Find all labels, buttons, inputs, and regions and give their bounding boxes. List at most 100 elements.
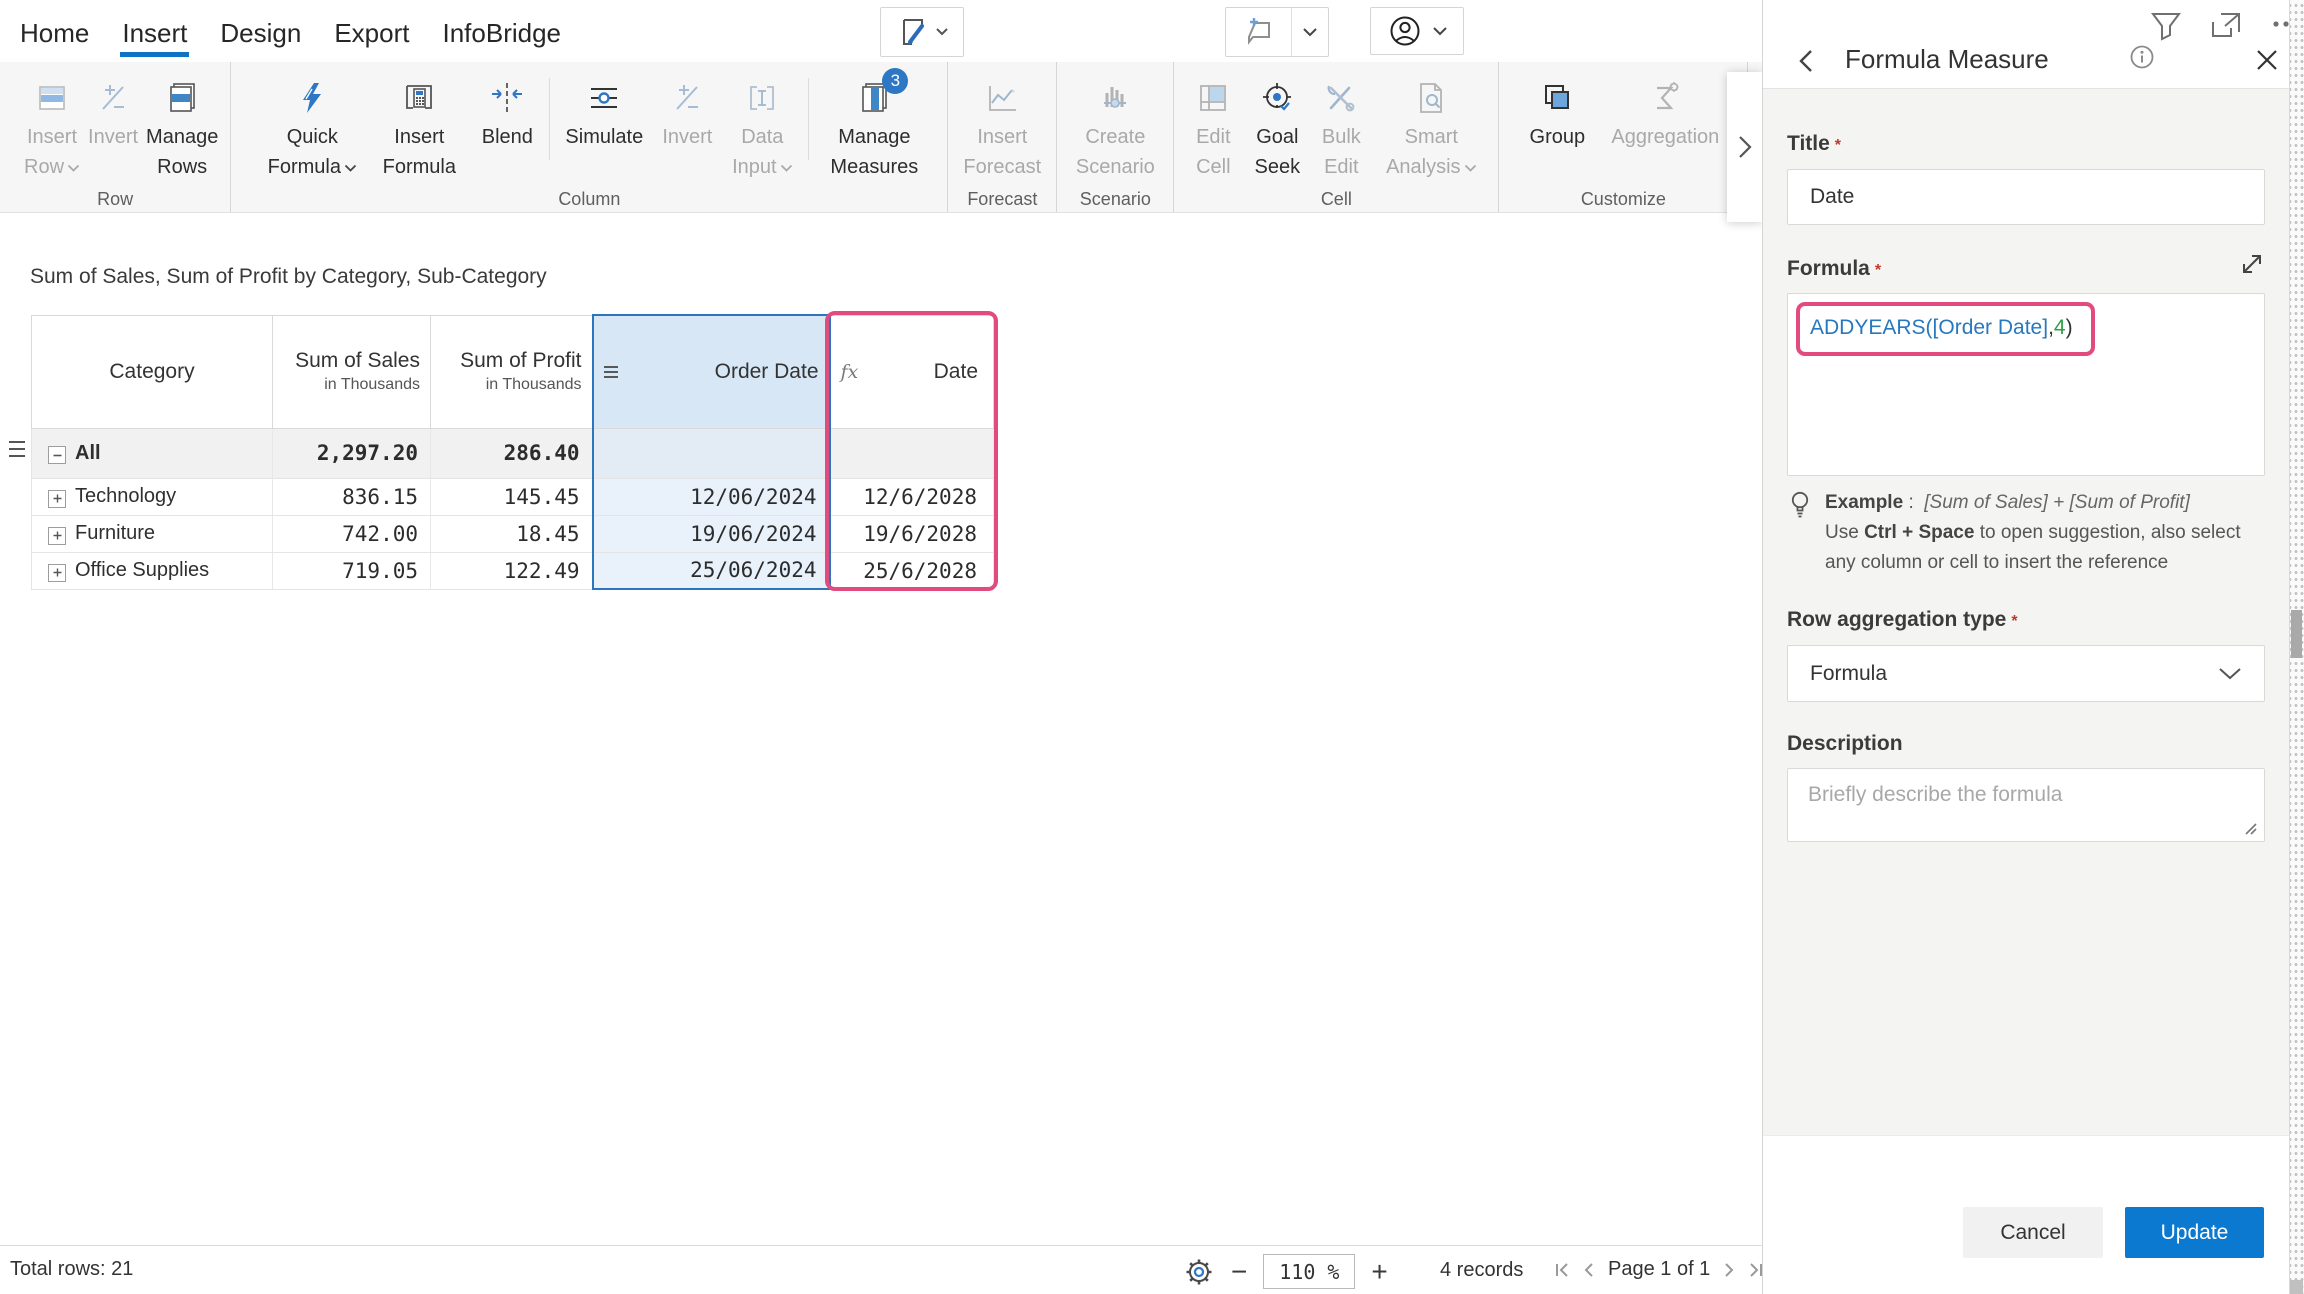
profit-cell[interactable]: 18.45 — [431, 515, 593, 552]
column-header-date[interactable]: fx Date — [830, 315, 994, 428]
category-cell[interactable]: All — [32, 428, 273, 478]
column-header-category[interactable]: Category — [32, 315, 273, 428]
profit-cell[interactable]: 145.45 — [431, 478, 593, 515]
sales-cell[interactable]: 2,297.20 — [273, 428, 431, 478]
last-page-icon[interactable] — [1747, 1261, 1762, 1279]
column-header-sum-of-profit[interactable]: Sum of Profit in Thousands — [431, 315, 593, 428]
simulate-slider-icon — [585, 74, 623, 122]
zoom-level-input[interactable]: 110 % — [1263, 1254, 1355, 1289]
group-squares-icon — [1539, 74, 1575, 122]
collapse-icon[interactable] — [48, 446, 66, 464]
order-date-cell[interactable] — [593, 428, 830, 478]
order-date-cell[interactable]: 25/06/2024 — [593, 552, 830, 589]
category-cell[interactable]: Technology — [32, 478, 273, 515]
zoom-out-button[interactable]: − — [1231, 1258, 1247, 1286]
ribbon-button-data-input[interactable]: DataInput — [722, 74, 802, 182]
row-grip-icon[interactable] — [7, 438, 27, 460]
title-label: Title — [1787, 132, 1830, 155]
panel-body: Title* Date Formula* ADDYEARS([Order Dat… — [1763, 90, 2289, 1135]
ribbon-button-invert-row[interactable]: Invert — [84, 74, 142, 152]
ribbon-button-create-scenario[interactable]: CreateScenario — [1065, 74, 1165, 182]
next-page-icon[interactable] — [1721, 1261, 1737, 1279]
date-cell[interactable] — [830, 428, 994, 478]
ribbon-button-simulate[interactable]: Simulate — [556, 74, 652, 152]
update-button[interactable]: Update — [2125, 1207, 2264, 1258]
ribbon-button-insert-row[interactable]: InsertRow — [20, 74, 84, 182]
formula-editor[interactable]: ADDYEARS([Order Date],4) — [1787, 293, 2265, 476]
ribbon-button-manage-measures[interactable]: 3 ManageMeasures — [815, 74, 933, 182]
panel-expander-tab[interactable] — [1727, 72, 1762, 222]
panel-header: Formula Measure — [1763, 0, 2289, 89]
table-row-technology: Technology 836.15 145.45 12/06/2024 12/6… — [32, 478, 994, 515]
blend-merge-icon — [489, 74, 525, 122]
ribbon-button-smart-analysis[interactable]: SmartAnalysis — [1372, 74, 1490, 182]
add-comment-button[interactable] — [1226, 8, 1292, 56]
window-scrollbar-thumb[interactable] — [2291, 610, 2302, 658]
expand-icon[interactable] — [48, 564, 66, 582]
date-cell[interactable]: 12/6/2028 — [830, 478, 994, 515]
tab-infobridge[interactable]: InfoBridge — [440, 6, 563, 57]
resize-handle-icon[interactable] — [2242, 820, 2258, 836]
ribbon-button-edit-cell[interactable]: EditCell — [1182, 74, 1244, 182]
tab-home[interactable]: Home — [18, 6, 91, 57]
column-header-sum-of-sales[interactable]: Sum of Sales in Thousands — [273, 315, 431, 428]
date-cell[interactable]: 25/6/2028 — [830, 552, 994, 589]
account-button[interactable] — [1370, 7, 1464, 55]
category-cell[interactable]: Furniture — [32, 515, 273, 552]
ribbon-button-group[interactable]: Group — [1515, 74, 1599, 152]
ribbon-button-goal-seek[interactable]: GoalSeek — [1244, 74, 1310, 182]
profit-cell[interactable]: 286.40 — [431, 428, 593, 478]
ribbon-group-label: Scenario — [1057, 189, 1173, 210]
description-input[interactable] — [1788, 769, 2264, 841]
expand-icon[interactable] — [48, 490, 66, 508]
tab-insert[interactable]: Insert — [120, 6, 189, 57]
order-date-cell[interactable]: 19/06/2024 — [593, 515, 830, 552]
ribbon-button-insert-forecast[interactable]: InsertForecast — [956, 74, 1048, 182]
column-header-order-date[interactable]: Order Date — [593, 315, 830, 428]
column-grip-icon[interactable] — [602, 363, 620, 381]
ribbon-button-blend[interactable]: Blend — [471, 74, 543, 152]
tab-export[interactable]: Export — [332, 6, 411, 57]
ribbon-button-invert-column[interactable]: Invert — [652, 74, 722, 152]
category-cell[interactable]: Office Supplies — [32, 552, 273, 589]
ribbon-button-manage-rows[interactable]: ManageRows — [142, 74, 222, 182]
profit-cell[interactable]: 122.49 — [431, 552, 593, 589]
first-page-icon[interactable] — [1553, 1261, 1571, 1279]
previous-page-icon[interactable] — [1581, 1261, 1597, 1279]
ribbon-button-insert-formula[interactable]: InsertFormula — [367, 74, 471, 182]
sales-cell[interactable]: 719.05 — [273, 552, 431, 589]
close-icon[interactable] — [2253, 46, 2281, 74]
zoom-in-button[interactable]: + — [1371, 1258, 1387, 1286]
date-cell[interactable]: 19/6/2028 — [830, 515, 994, 552]
tools-icon — [1323, 74, 1359, 122]
lightbulb-icon — [1787, 490, 1813, 578]
settings-gear-icon[interactable] — [1183, 1256, 1215, 1288]
ribbon-button-quick-formula[interactable]: QuickFormula — [257, 74, 367, 182]
example-label: Example — [1825, 492, 1903, 513]
edit-mode-button[interactable] — [880, 7, 964, 57]
ribbon-button-bulk-edit[interactable]: BulkEdit — [1310, 74, 1372, 182]
expand-icon[interactable] — [48, 527, 66, 545]
title-input[interactable]: Date — [1787, 169, 2265, 225]
tab-design[interactable]: Design — [218, 6, 303, 57]
sales-cell[interactable]: 836.15 — [273, 478, 431, 515]
description-field: Description — [1787, 732, 2265, 842]
panel-title: Formula Measure — [1845, 44, 2049, 75]
sales-cell[interactable]: 742.00 — [273, 515, 431, 552]
chevron-right-icon — [1737, 134, 1753, 160]
order-date-cell[interactable]: 12/06/2024 — [593, 478, 830, 515]
table-row-office-supplies: Office Supplies 719.05 122.49 25/06/2024… — [32, 552, 994, 589]
cancel-button[interactable]: Cancel — [1963, 1207, 2103, 1258]
aggregation-select[interactable]: Formula — [1787, 645, 2265, 702]
ribbon-button-aggregation[interactable]: Aggregation — [1599, 74, 1731, 152]
back-icon[interactable] — [1797, 47, 1815, 75]
description-input-wrap — [1787, 768, 2265, 842]
filter-icon[interactable] — [2149, 10, 2183, 42]
ribbon: InsertRow Invert ManageRows Row — [0, 62, 1762, 213]
maximize-icon[interactable] — [2209, 10, 2243, 42]
expand-editor-icon[interactable] — [2239, 251, 2265, 277]
comment-menu-button[interactable] — [1292, 8, 1328, 56]
report-canvas: Sum of Sales, Sum of Profit by Category,… — [0, 213, 1762, 1245]
example-formula: [Sum of Sales] + [Sum of Profit] — [1924, 492, 2190, 513]
info-icon[interactable] — [2129, 44, 2155, 70]
